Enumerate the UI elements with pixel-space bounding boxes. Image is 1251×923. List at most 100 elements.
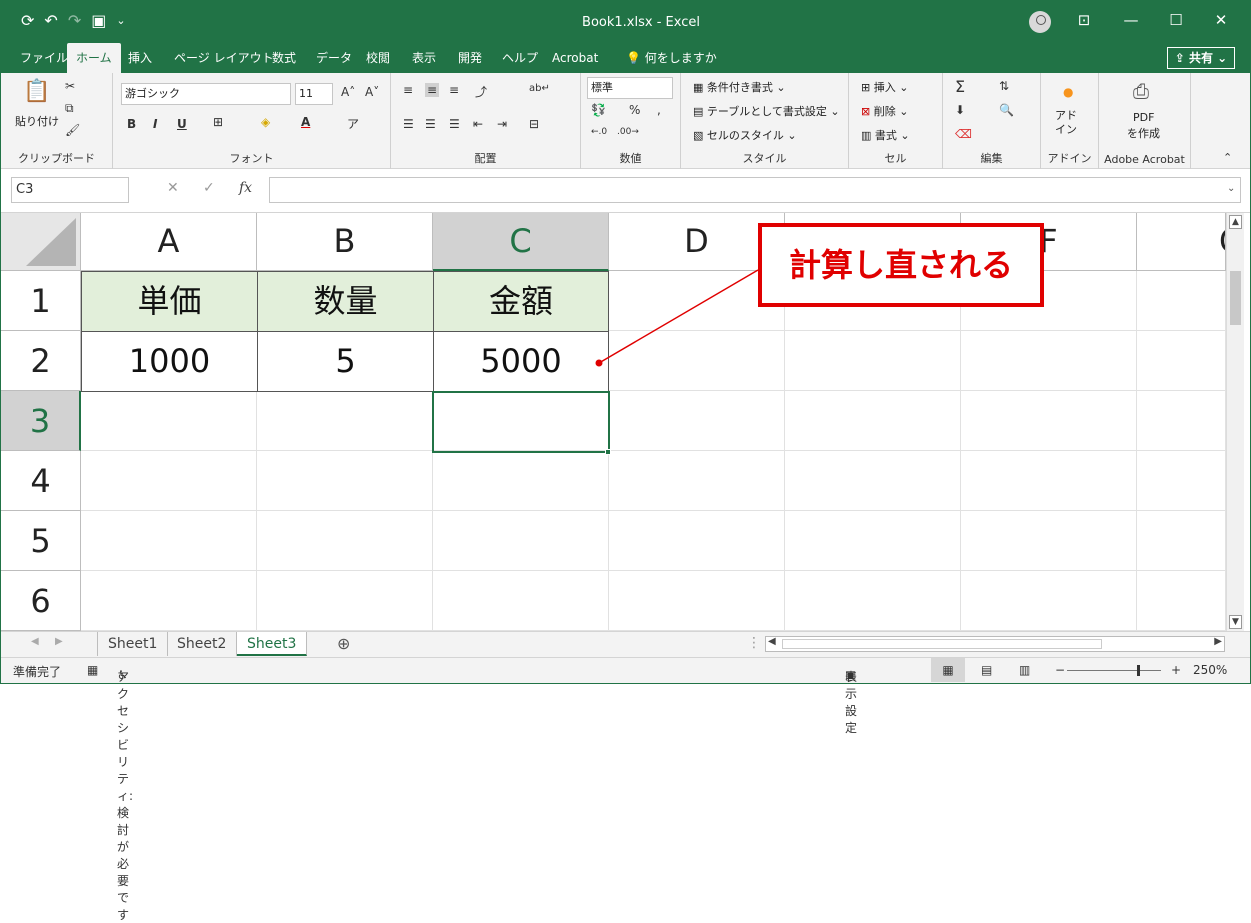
grid-cell[interactable]: [257, 451, 433, 511]
sheet-tab-2[interactable]: Sheet2: [167, 632, 238, 656]
zoom-in-icon[interactable]: +: [1171, 663, 1181, 677]
grid-cell[interactable]: [609, 451, 785, 511]
copy-icon[interactable]: ⧉: [65, 101, 74, 116]
align-right-icon[interactable]: ☰: [449, 117, 460, 131]
grid-cell[interactable]: [785, 511, 961, 571]
page-layout-view-icon[interactable]: ▤: [981, 663, 992, 677]
normal-view-icon[interactable]: ▦: [931, 658, 965, 682]
row-header-4[interactable]: 4: [1, 451, 81, 511]
orientation-icon[interactable]: ⤴: [475, 83, 487, 100]
customize-qat-icon[interactable]: ⌄: [116, 14, 125, 27]
cell-a1[interactable]: 単価: [81, 271, 258, 332]
tab-review[interactable]: 校閲: [357, 43, 399, 73]
grid-cell[interactable]: [257, 511, 433, 571]
scroll-left-icon[interactable]: ◀: [768, 636, 776, 647]
delete-cells-button[interactable]: ⊠ 削除 ⌄: [861, 103, 908, 119]
prev-sheet-icon[interactable]: ◀: [31, 636, 39, 647]
tab-view[interactable]: 表示: [403, 43, 445, 73]
fill-icon[interactable]: ⬇: [955, 103, 965, 117]
cell-c1[interactable]: 金額: [433, 271, 609, 332]
cell-c3-selected[interactable]: [432, 391, 610, 453]
page-break-view-icon[interactable]: ▥: [1019, 663, 1030, 677]
column-header-c[interactable]: C: [433, 213, 609, 271]
scroll-right-icon[interactable]: ▶: [1214, 636, 1222, 647]
grid-cell[interactable]: [257, 391, 433, 451]
grid-cell[interactable]: [433, 571, 609, 631]
align-center-icon[interactable]: ☰: [425, 117, 436, 131]
autosum-icon[interactable]: Σ: [955, 77, 965, 96]
addins-button[interactable]: アド イン: [1055, 109, 1077, 137]
cancel-icon[interactable]: ✕: [167, 180, 179, 196]
zoom-slider[interactable]: [1067, 670, 1161, 671]
sheet-tab-3[interactable]: Sheet3: [237, 632, 308, 656]
bold-icon[interactable]: B: [127, 117, 136, 131]
underline-icon[interactable]: U: [177, 117, 187, 131]
row-header-2[interactable]: 2: [1, 331, 81, 391]
vertical-scroll-thumb[interactable]: [1230, 271, 1241, 325]
ribbon-display-icon[interactable]: ⊡: [1069, 11, 1099, 29]
cell-a2[interactable]: 1000: [81, 331, 258, 392]
cell-b1[interactable]: 数量: [257, 271, 434, 332]
grid-cell[interactable]: [257, 571, 433, 631]
wrap-text-icon[interactable]: ab↵: [529, 83, 550, 94]
tab-home[interactable]: ホーム: [67, 43, 121, 73]
tab-data[interactable]: データ: [307, 43, 361, 73]
fill-handle[interactable]: [605, 449, 611, 455]
grid-cell[interactable]: [609, 391, 785, 451]
tab-acrobat[interactable]: Acrobat: [543, 43, 607, 73]
row-header-3[interactable]: 3: [1, 391, 81, 451]
cell-styles-button[interactable]: ▧ セルのスタイル ⌄: [693, 127, 797, 143]
currency-icon[interactable]: 💱: [591, 103, 606, 117]
vertical-scrollbar[interactable]: ▲ ▼: [1226, 213, 1244, 631]
minimize-button[interactable]: —: [1116, 11, 1146, 29]
grid-cell[interactable]: [1137, 511, 1226, 571]
italic-icon[interactable]: I: [153, 117, 157, 131]
top-align-icon[interactable]: ≡: [403, 83, 413, 97]
zoom-level[interactable]: 250%: [1193, 663, 1227, 677]
cut-icon[interactable]: ✂: [65, 79, 75, 93]
create-pdf-label[interactable]: を作成: [1127, 125, 1160, 141]
share-button[interactable]: ⇪ 共有 ⌄: [1167, 47, 1235, 69]
collapse-ribbon-icon[interactable]: ⌃: [1223, 151, 1232, 164]
grid-cell[interactable]: [785, 571, 961, 631]
font-name-select[interactable]: 游ゴシック: [121, 83, 291, 105]
grid-cell[interactable]: [961, 331, 1137, 391]
scroll-up-icon[interactable]: ▲: [1229, 215, 1242, 229]
increase-font-icon[interactable]: A˄: [341, 85, 355, 99]
horizontal-scrollbar[interactable]: ◀ ▶: [765, 636, 1225, 652]
next-sheet-icon[interactable]: ▶: [55, 636, 63, 647]
decrease-font-icon[interactable]: A˅: [365, 85, 379, 99]
row-header-5[interactable]: 5: [1, 511, 81, 571]
tab-developer[interactable]: 開発: [449, 43, 491, 73]
font-size-select[interactable]: 11: [295, 83, 333, 105]
middle-align-icon[interactable]: ≡: [425, 83, 440, 97]
tab-insert[interactable]: 挿入: [119, 43, 161, 73]
comma-icon[interactable]: ,: [657, 103, 661, 117]
grid-cell[interactable]: [961, 571, 1137, 631]
column-header-b[interactable]: B: [257, 213, 433, 271]
increase-decimal-icon[interactable]: ←.0: [591, 127, 607, 137]
grid-cell[interactable]: [785, 391, 961, 451]
decrease-decimal-icon[interactable]: .00→: [617, 127, 639, 137]
tab-help[interactable]: ヘルプ: [493, 43, 547, 73]
select-all-button[interactable]: [1, 213, 81, 271]
row-header-6[interactable]: 6: [1, 571, 81, 631]
grid-cell[interactable]: [433, 511, 609, 571]
format-as-table-button[interactable]: ▤ テーブルとして書式設定 ⌄: [693, 103, 840, 119]
paste-icon[interactable]: 📋: [23, 79, 50, 104]
grid-cell[interactable]: [81, 451, 257, 511]
cell-c2[interactable]: 5000: [433, 331, 609, 392]
grid-cell[interactable]: [81, 391, 257, 451]
percent-icon[interactable]: %: [629, 103, 640, 117]
zoom-out-icon[interactable]: −: [1055, 663, 1065, 677]
cell-b2[interactable]: 5: [257, 331, 434, 392]
horizontal-scroll-thumb[interactable]: [782, 639, 1102, 649]
grid-cell[interactable]: [81, 571, 257, 631]
maximize-button[interactable]: ☐: [1161, 11, 1191, 29]
insert-cells-button[interactable]: ⊞ 挿入 ⌄: [861, 79, 908, 95]
undo-icon[interactable]: ↶: [44, 11, 57, 30]
grid-cell[interactable]: [81, 511, 257, 571]
expand-formula-icon[interactable]: ⌄: [1227, 183, 1235, 194]
fill-color-icon[interactable]: ◈: [261, 115, 270, 129]
tell-me-search[interactable]: 💡 何をしますか: [617, 43, 726, 73]
